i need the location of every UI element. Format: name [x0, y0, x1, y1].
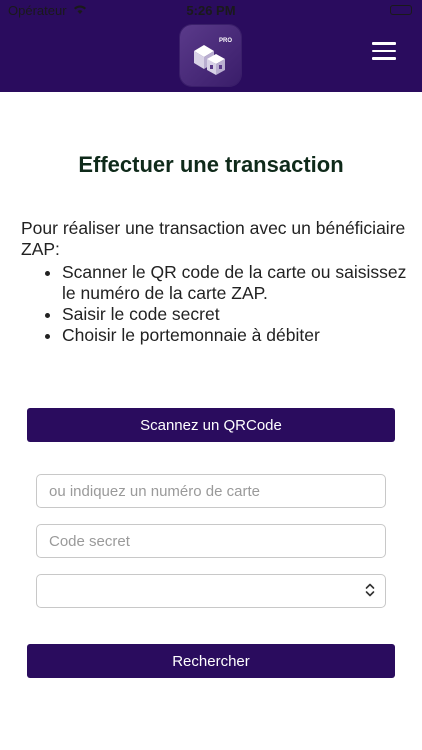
logo-cubes-icon: [194, 45, 225, 75]
wallet-select[interactable]: [36, 574, 386, 608]
chevron-up-down-icon: [365, 583, 375, 598]
secret-code-input[interactable]: [36, 524, 386, 558]
card-number-input[interactable]: [36, 474, 386, 508]
app-header: Opérateur 5:26 PM PRO: [0, 0, 422, 92]
intro-text: Pour réaliser une transaction avec un bé…: [21, 218, 406, 259]
scan-qrcode-button[interactable]: Scannez un QRCode: [27, 408, 395, 442]
page-title: Effectuer une transaction: [78, 152, 344, 177]
status-bar: Opérateur 5:26 PM: [0, 0, 422, 22]
list-item: Scanner le QR code de la carte ou saisis…: [62, 262, 422, 304]
app-logo: PRO: [180, 25, 241, 86]
hamburger-menu-icon[interactable]: [372, 42, 396, 60]
logo-pro-badge: PRO: [218, 38, 232, 44]
list-item: Saisir le code secret: [62, 304, 422, 325]
list-item: Choisir le portemonnaie à débiter: [62, 325, 422, 346]
search-button[interactable]: Rechercher: [27, 644, 395, 678]
battery-icon: [390, 5, 412, 15]
steps-list: Scanner le QR code de la carte ou saisis…: [42, 262, 422, 346]
status-time: 5:26 PM: [186, 3, 236, 18]
